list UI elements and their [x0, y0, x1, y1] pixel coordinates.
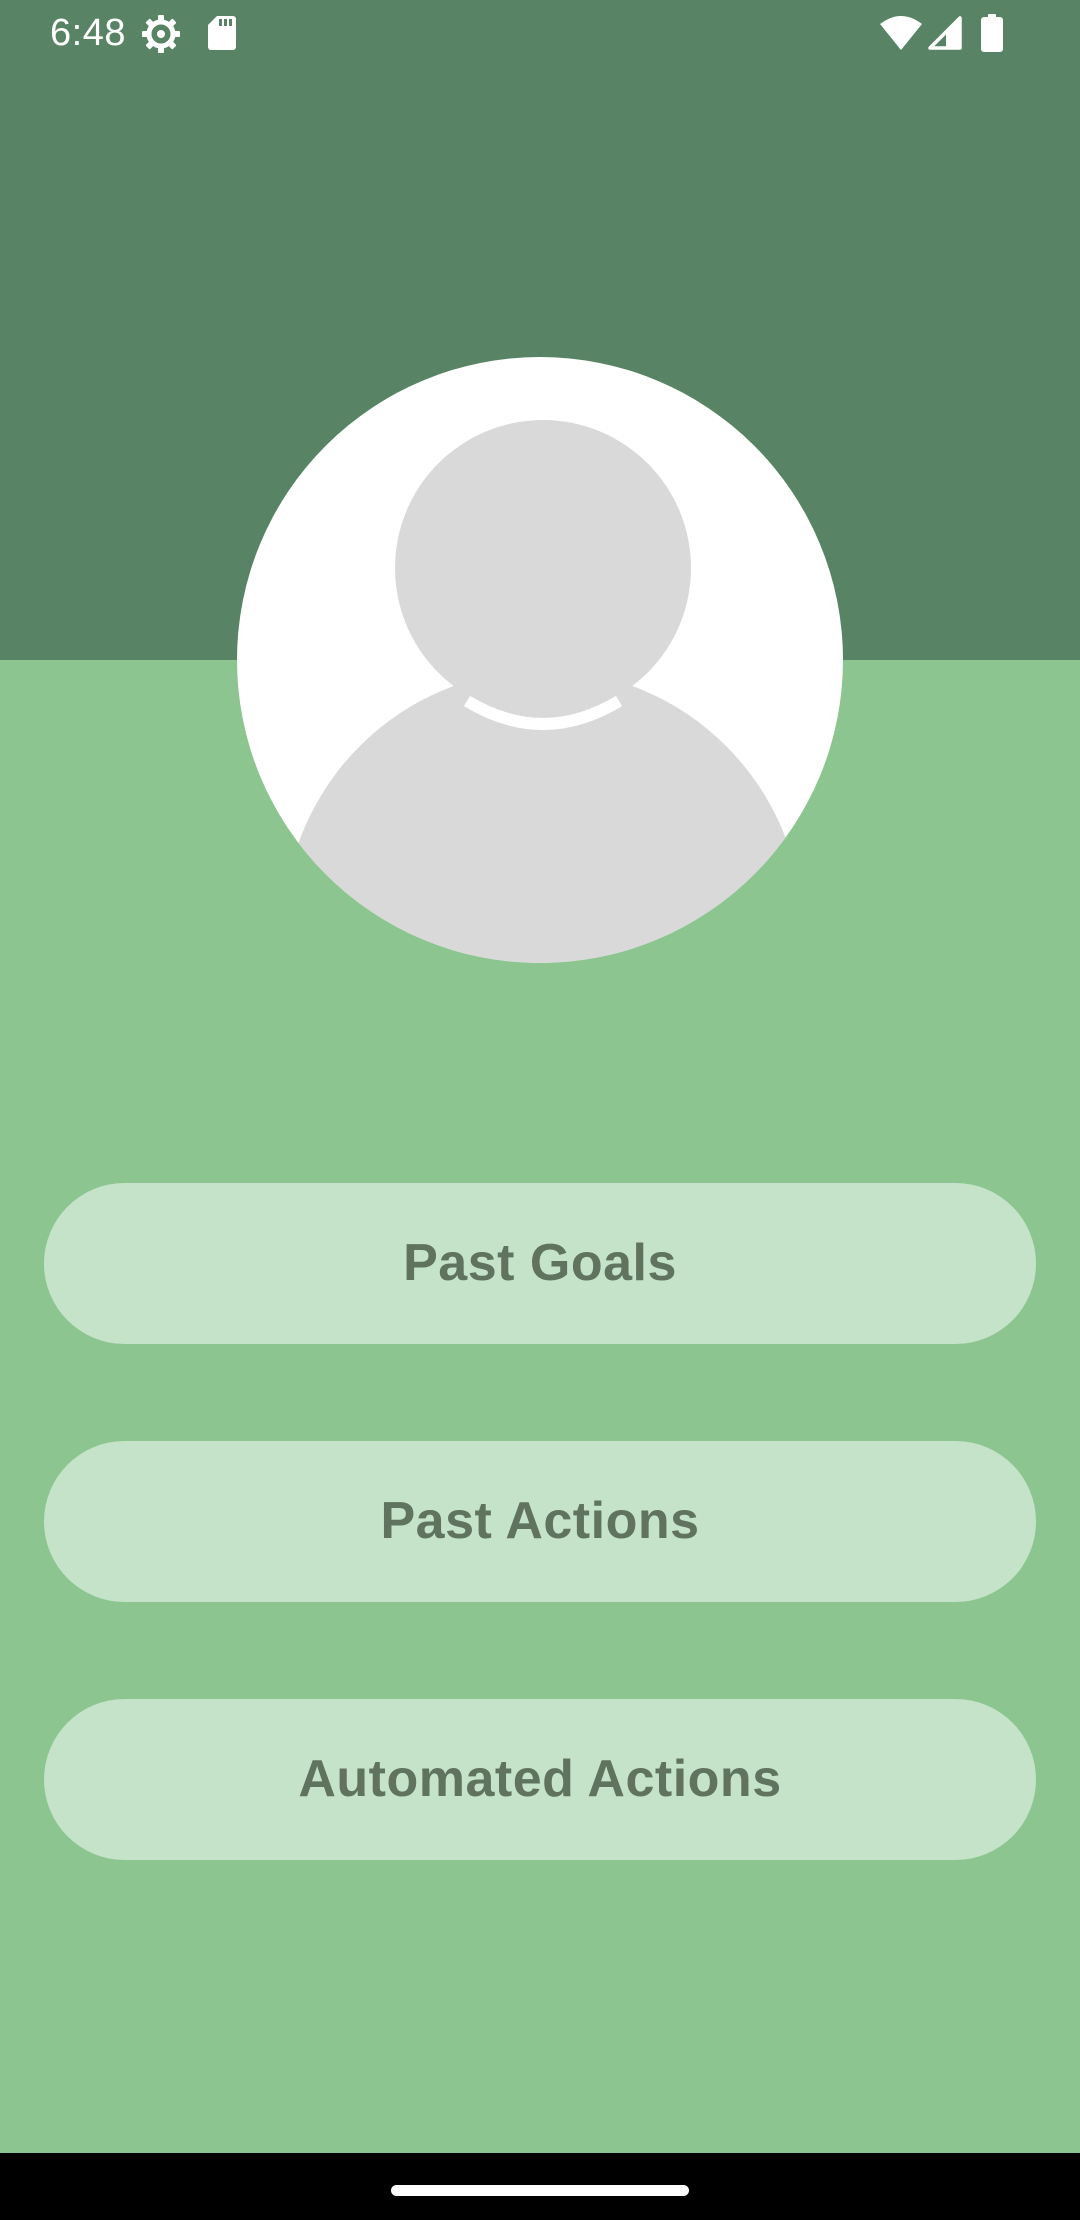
status-time: 6:48 [50, 12, 126, 54]
status-bar: 6:48 [0, 0, 1080, 66]
battery-icon [981, 14, 1003, 52]
past-goals-button[interactable]: Past Goals [44, 1183, 1036, 1344]
default-person-avatar-icon [283, 420, 803, 963]
system-navigation-bar [0, 2153, 1080, 2220]
sd-card-icon [208, 16, 236, 50]
automated-actions-button[interactable]: Automated Actions [44, 1699, 1036, 1860]
profile-avatar[interactable] [237, 357, 843, 963]
wifi-icon [880, 16, 922, 50]
settings-icon [142, 15, 180, 53]
past-actions-button[interactable]: Past Actions [44, 1441, 1036, 1602]
home-gesture-handle[interactable] [391, 2185, 689, 2196]
cell-signal-icon [928, 16, 962, 50]
